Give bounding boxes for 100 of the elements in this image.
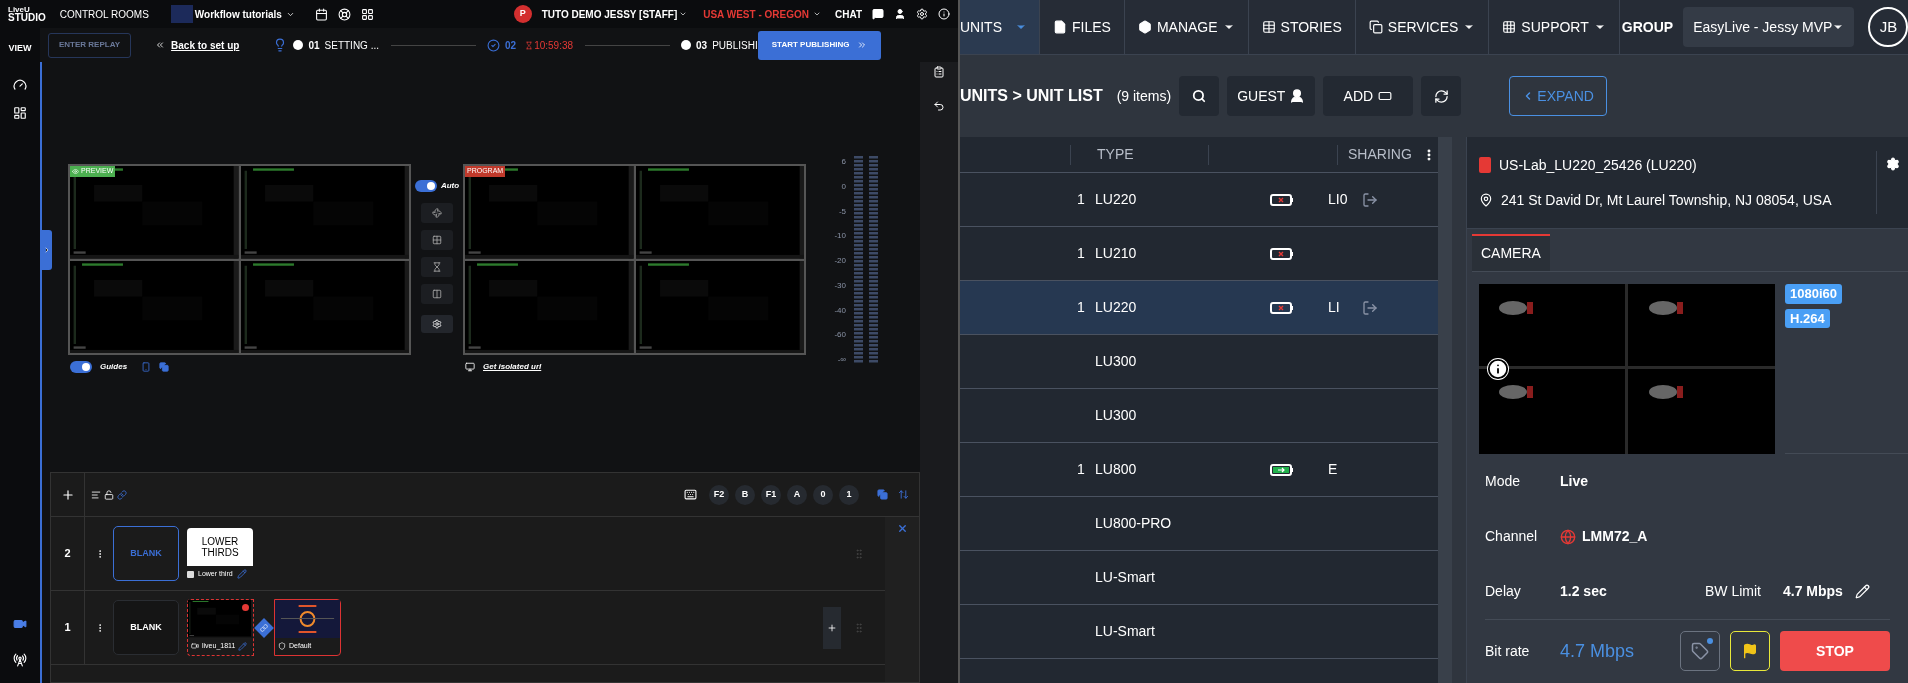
- copy-icon[interactable]: [877, 489, 888, 500]
- format-badge: H.264: [1785, 308, 1830, 328]
- table-row[interactable]: 1 LU220 LI: [960, 281, 1439, 335]
- calendar-icon[interactable]: [314, 7, 328, 21]
- layout-icon[interactable]: [360, 7, 374, 21]
- workflow-dropdown[interactable]: Workflow tutorials: [194, 6, 295, 22]
- keyboard-icon[interactable]: [684, 488, 697, 501]
- link-icon: [260, 623, 268, 632]
- drag-handle-icon[interactable]: [853, 620, 865, 635]
- user-avatar[interactable]: P: [513, 5, 532, 23]
- shortcut-key[interactable]: 0: [813, 484, 833, 505]
- unit-icon: [1479, 157, 1491, 173]
- nav-tab[interactable]: SUPPORT: [1489, 0, 1620, 54]
- table-row[interactable]: LU300: [960, 389, 1439, 443]
- lifebuoy-icon[interactable]: [337, 7, 351, 21]
- shortcut-key[interactable]: 1: [839, 484, 859, 505]
- toggle-switch[interactable]: [414, 180, 437, 192]
- user-avatar[interactable]: JB: [1868, 7, 1908, 47]
- chat-link[interactable]: CHAT: [834, 6, 862, 22]
- undo-icon[interactable]: [933, 100, 945, 112]
- shortcut-key[interactable]: F2: [709, 484, 729, 505]
- column-header[interactable]: TYPE: [1071, 144, 1208, 165]
- region-menu[interactable]: USA WEST - OREGON: [703, 6, 821, 22]
- table-row[interactable]: LU300: [960, 335, 1439, 389]
- table-row[interactable]: 1 LU800 E: [960, 443, 1439, 497]
- group-select[interactable]: EasyLive - Jessy MVP: [1683, 7, 1855, 47]
- transition-button[interactable]: [421, 230, 453, 250]
- resize-icon[interactable]: [898, 489, 909, 500]
- user-icon: [1289, 88, 1306, 104]
- settings-icon[interactable]: [916, 8, 928, 20]
- search-button[interactable]: [1179, 76, 1220, 116]
- nav-tab[interactable]: FILES: [1040, 0, 1125, 54]
- camera-icon[interactable]: [13, 617, 27, 631]
- refresh-button[interactable]: [1421, 76, 1462, 116]
- align-icon[interactable]: [91, 489, 101, 500]
- back-link[interactable]: Back to set up: [171, 37, 240, 53]
- add-button[interactable]: ADD: [1323, 76, 1414, 116]
- drag-handle-icon[interactable]: [853, 546, 865, 561]
- tag-button[interactable]: [1680, 631, 1720, 671]
- isolated-url-link[interactable]: Get isolated url: [483, 361, 542, 373]
- blank-slot[interactable]: BLANK: [113, 526, 179, 581]
- tab[interactable]: CAMERA: [1472, 234, 1550, 271]
- nav-tab[interactable]: STORIES: [1248, 0, 1356, 54]
- stop-button[interactable]: STOP: [1780, 631, 1890, 671]
- user-menu[interactable]: TUTO DEMO JESSY [STAFF]: [541, 6, 688, 22]
- settings-button[interactable]: [421, 315, 453, 333]
- chat-icon[interactable]: [872, 8, 884, 20]
- settings-icon[interactable]: [1885, 157, 1900, 171]
- copy-icon[interactable]: [159, 362, 170, 372]
- field-label: Bit rate: [1485, 641, 1531, 661]
- toggle-label: Guides: [100, 361, 128, 373]
- add-button[interactable]: [823, 606, 841, 649]
- table-row[interactable]: LU800-PRO: [960, 497, 1439, 551]
- table-row[interactable]: 1 LU220 LI0: [960, 173, 1439, 227]
- table-cell-text: 1: [1077, 244, 1086, 263]
- table-row[interactable]: LU-Smart: [960, 551, 1439, 605]
- meter-scale-label: 0: [841, 180, 846, 193]
- workflow-logo: [170, 5, 193, 23]
- blank-slot[interactable]: BLANK: [113, 600, 179, 655]
- shortcut-key[interactable]: F1: [761, 484, 781, 505]
- nav-tab[interactable]: MANAGE: [1124, 0, 1249, 54]
- antenna-icon[interactable]: [13, 653, 27, 667]
- collapse-handle[interactable]: [42, 230, 52, 270]
- toggle-switch[interactable]: [70, 361, 92, 373]
- table-cell-text: LI0: [1327, 190, 1349, 209]
- hexagon-icon: [1137, 20, 1152, 34]
- table-row[interactable]: LU-Smart: [960, 605, 1439, 659]
- table-cell-text: LU800: [1094, 460, 1138, 479]
- scrollbar[interactable]: [1438, 137, 1452, 683]
- grid-icon: [1502, 20, 1517, 34]
- gauge-icon[interactable]: [13, 77, 27, 92]
- expand-button[interactable]: EXPAND: [1509, 76, 1607, 116]
- unlock-icon[interactable]: [104, 489, 114, 500]
- nav-link[interactable]: CONTROL ROOMS: [59, 6, 149, 22]
- caret-icon: [679, 10, 688, 18]
- start-publishing-button[interactable]: START PUBLISHING: [757, 30, 882, 60]
- meter-scale-label: -∞: [837, 354, 846, 366]
- nav-tab[interactable]: SERVICES: [1355, 0, 1490, 54]
- guest-button[interactable]: GUEST: [1227, 76, 1316, 116]
- transition-button[interactable]: [421, 284, 453, 304]
- table-cell-text: 1: [1077, 190, 1086, 209]
- transition-button[interactable]: [421, 203, 453, 223]
- flag-button[interactable]: [1730, 631, 1770, 671]
- transition-button[interactable]: [421, 257, 453, 277]
- panel-icon[interactable]: [933, 66, 945, 78]
- shortcut-key[interactable]: B: [735, 484, 755, 505]
- table-cell-text: E: [1327, 460, 1339, 479]
- dashboard-icon[interactable]: [13, 105, 27, 120]
- close-icon[interactable]: [896, 523, 908, 534]
- graphic-thumbnail[interactable]: LOWER THIRDS: [187, 527, 253, 566]
- nav-tab[interactable]: UNITS: [960, 0, 1040, 54]
- shortcut-key[interactable]: A: [787, 484, 807, 505]
- user-icon[interactable]: [894, 8, 906, 20]
- step-number: 01: [308, 38, 320, 53]
- channel-icon: [1560, 528, 1576, 545]
- search-icon: [1192, 89, 1207, 103]
- add-icon[interactable]: [60, 487, 75, 502]
- column-header[interactable]: SHARING: [1338, 144, 1422, 165]
- step-timer: 10:59:38: [534, 38, 574, 53]
- refresh-icon: [1433, 88, 1449, 104]
